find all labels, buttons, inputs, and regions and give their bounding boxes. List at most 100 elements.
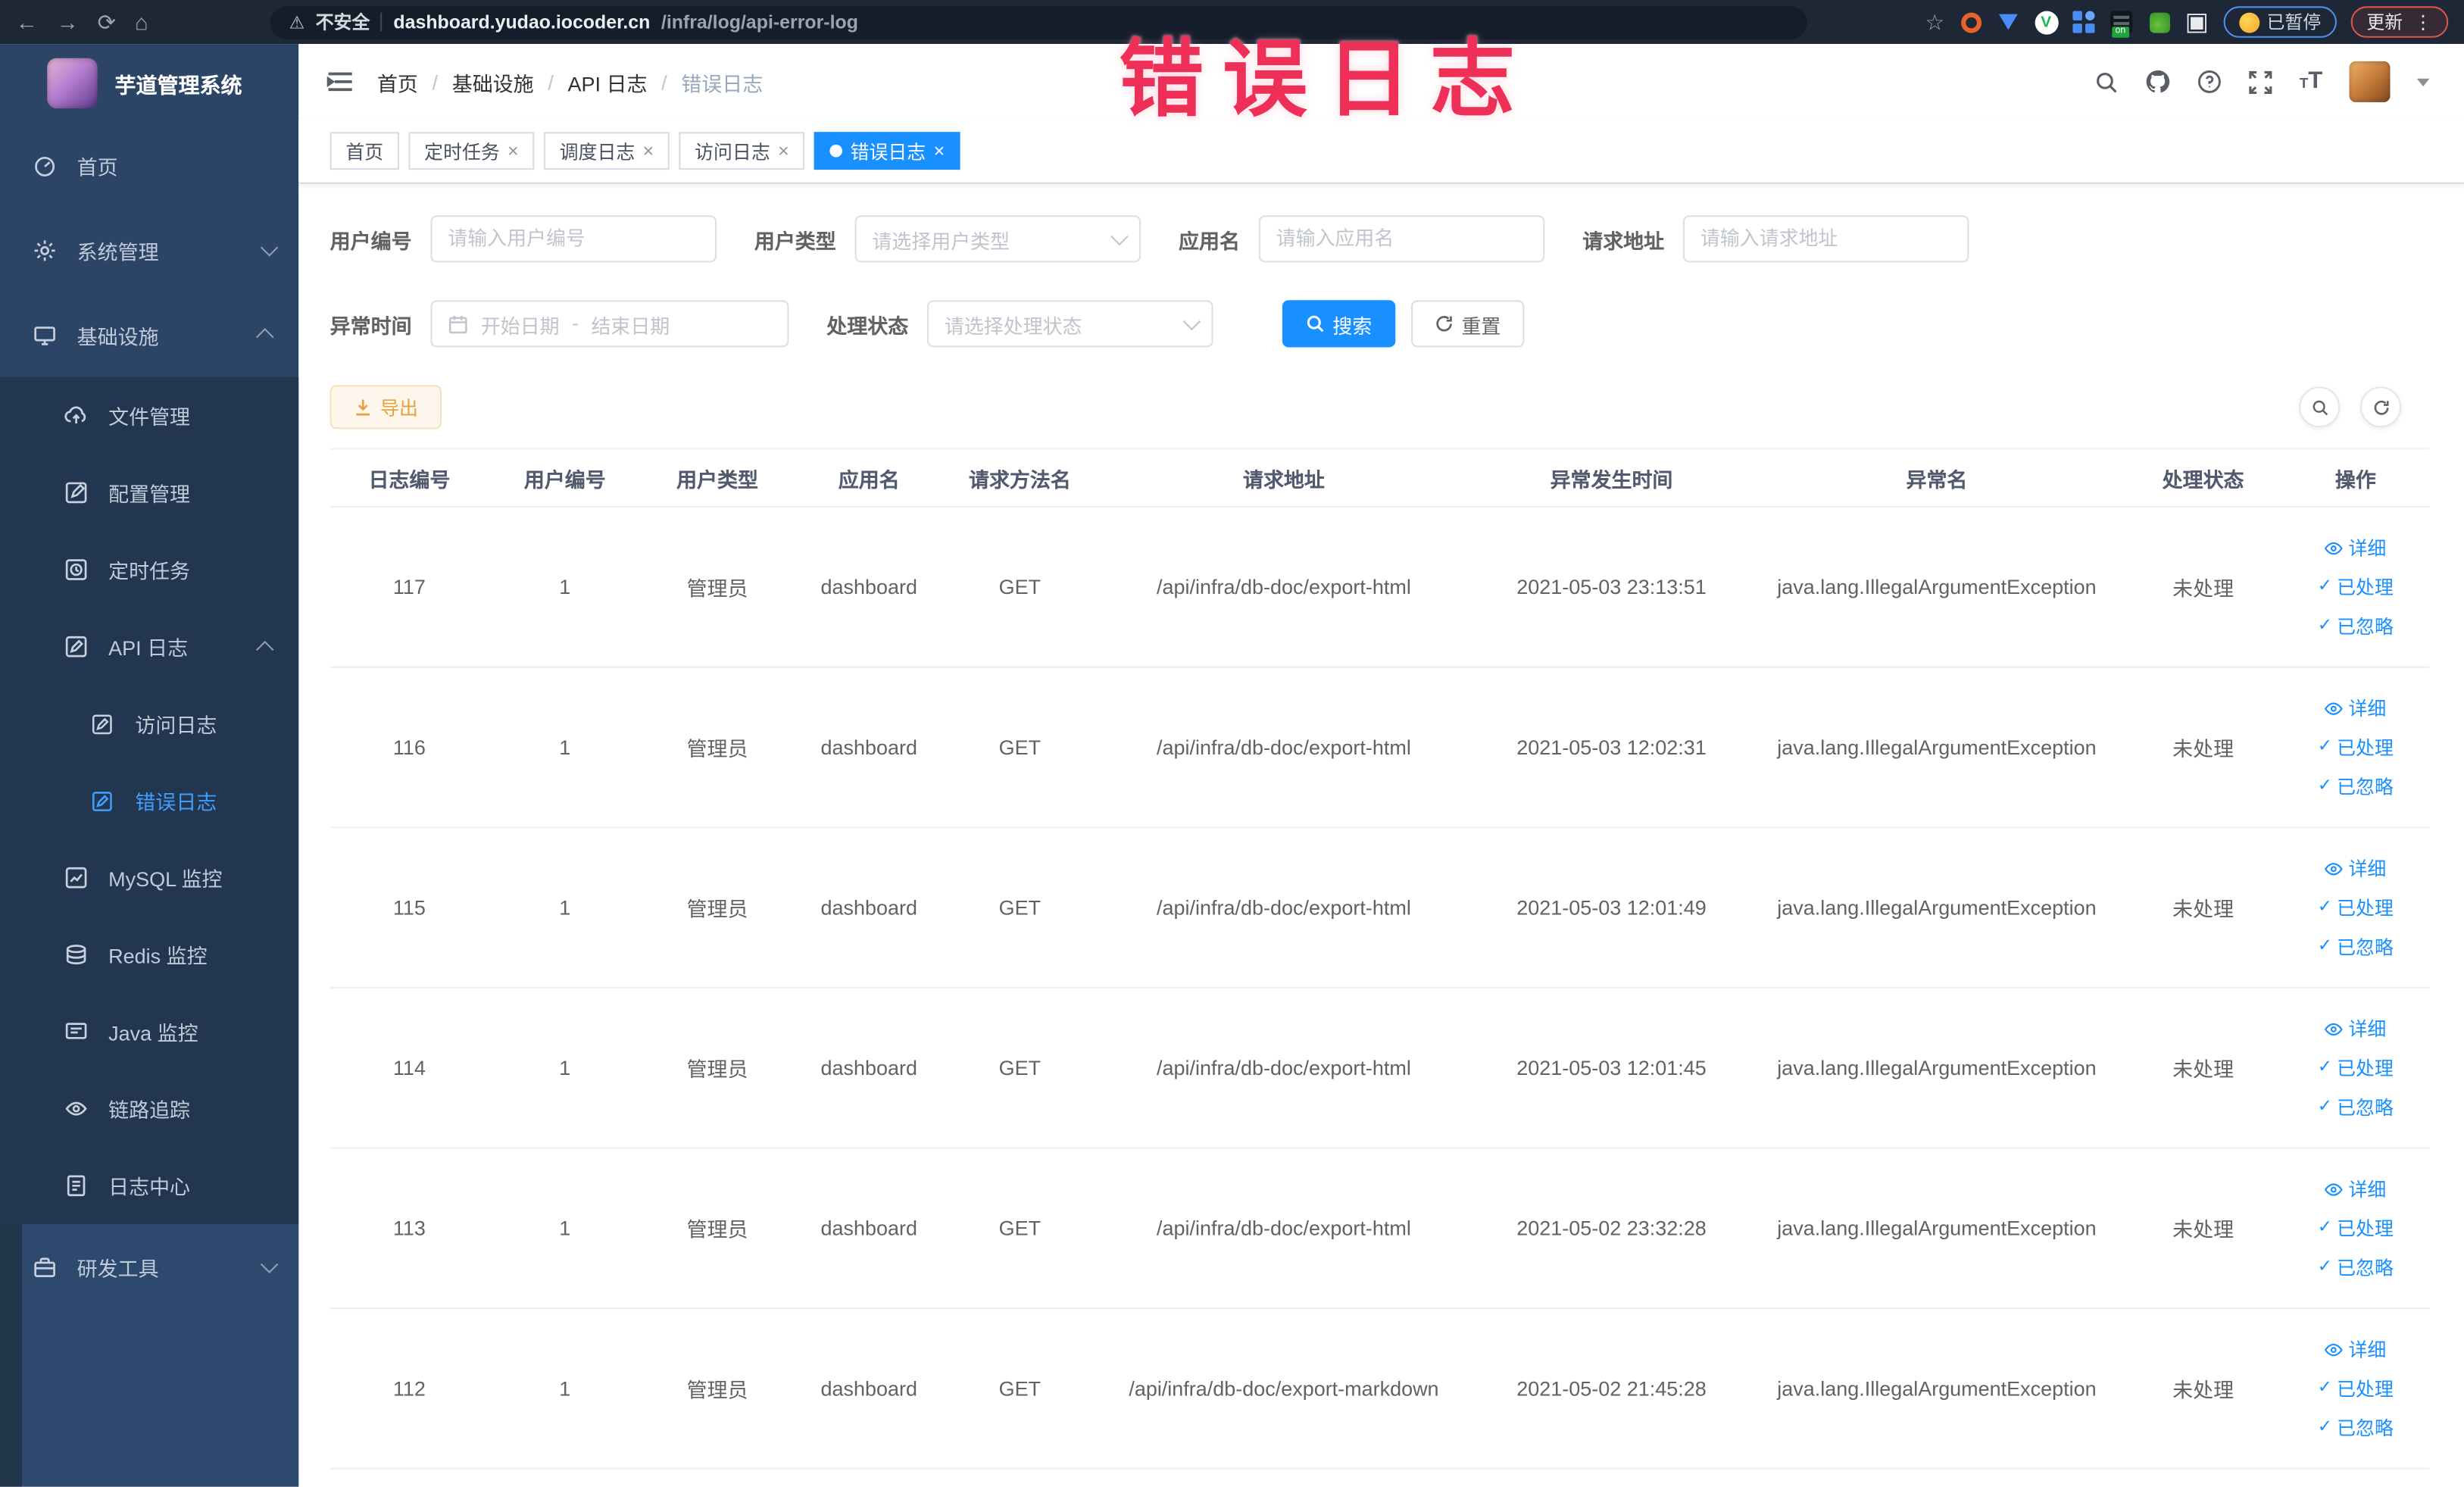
mark-ignored-link[interactable]: ✓ 已忽略 xyxy=(2318,1254,2394,1281)
cell-time: 2021-05-03 12:01:45 xyxy=(1516,1056,1707,1080)
sidebar-item-api-log[interactable]: API 日志 xyxy=(0,608,298,686)
tab-access-log[interactable]: 访问日志 × xyxy=(679,132,805,170)
sidebar-item-scheduled-tasks[interactable]: 定时任务 xyxy=(0,531,298,608)
browser-back-icon[interactable]: ← xyxy=(16,11,38,33)
filter-label: 处理状态 xyxy=(826,313,909,338)
mark-processed-link[interactable]: ✓ 已处理 xyxy=(2318,894,2394,920)
extension-icon-plant[interactable] xyxy=(2147,10,2171,33)
hide-search-button[interactable] xyxy=(2299,386,2341,428)
sidebar-item-label: 错误日志 xyxy=(135,790,217,814)
mark-processed-link[interactable]: ✓ 已处理 xyxy=(2318,573,2394,600)
cell-time: 2021-05-03 23:13:51 xyxy=(1516,575,1707,599)
cell-actions: 详细 ✓ 已处理 ✓ 已忽略 xyxy=(2283,1176,2428,1281)
tab-home[interactable]: 首页 xyxy=(329,132,399,170)
check-icon: ✓ xyxy=(2317,1417,2332,1437)
refresh-table-button[interactable] xyxy=(2360,386,2402,428)
sidebar-item-redis-monitor[interactable]: Redis 监控 xyxy=(0,917,298,994)
reset-button[interactable]: 重置 xyxy=(1411,300,1525,348)
mark-ignored-link[interactable]: ✓ 已忽略 xyxy=(2318,1414,2394,1441)
header-search-icon[interactable] xyxy=(2095,70,2119,93)
browser-home-icon[interactable]: ⌂ xyxy=(135,11,148,33)
tab-schedule-log[interactable]: 调度日志 × xyxy=(543,132,670,170)
process-status-select[interactable]: 请选择处理状态 xyxy=(927,300,1213,348)
monitor-icon xyxy=(31,323,56,346)
table-row: 116 1 管理员 dashboard GET /api/infra/db-do… xyxy=(329,668,2430,829)
tab-scheduled-tasks[interactable]: 定时任务 × xyxy=(408,132,535,170)
mark-ignored-link[interactable]: ✓ 已忽略 xyxy=(2318,1094,2394,1120)
mark-processed-link[interactable]: ✓ 已处理 xyxy=(2318,1215,2394,1242)
update-button-label: 更新 xyxy=(2366,14,2403,33)
extension-icon-on-switch[interactable] xyxy=(2110,10,2133,38)
cell-exception: java.lang.IllegalArgumentException xyxy=(1777,1056,2097,1080)
detail-link[interactable]: 详细 xyxy=(2325,1015,2386,1042)
extensions-puzzle-icon[interactable]: ▣ xyxy=(2185,9,2209,36)
cell-status: 未处理 xyxy=(2172,1378,2234,1402)
breadcrumb-group[interactable]: API 日志 xyxy=(568,67,648,96)
mark-ignored-link[interactable]: ✓ 已忽略 xyxy=(2318,613,2394,639)
detail-link[interactable]: 详细 xyxy=(2325,855,2386,882)
github-icon[interactable] xyxy=(2146,69,2171,94)
exception-time-range-picker[interactable]: 开始日期 - 结束日期 xyxy=(430,300,789,348)
tab-close-icon[interactable]: × xyxy=(778,142,789,161)
update-button[interactable]: 更新 ⋮ xyxy=(2350,6,2449,38)
sidebar-item-home[interactable]: 首页 xyxy=(0,123,298,208)
breadcrumb-section[interactable]: 基础设施 xyxy=(452,67,534,96)
paused-badge[interactable]: 已暂停 xyxy=(2222,6,2337,38)
browser-menu-icon[interactable]: ⋮ xyxy=(2414,11,2433,33)
mark-processed-link[interactable]: ✓ 已处理 xyxy=(2318,734,2394,761)
tab-close-icon[interactable]: × xyxy=(507,142,519,161)
sidebar-item-dev-tools[interactable]: 研发工具 xyxy=(0,1224,298,1309)
cell-log-id: 113 xyxy=(392,1216,426,1240)
browser-forward-icon[interactable]: → xyxy=(57,11,79,33)
detail-link[interactable]: 详细 xyxy=(2325,534,2386,561)
detail-link[interactable]: 详细 xyxy=(2325,1335,2386,1362)
tab-close-icon[interactable]: × xyxy=(934,142,945,161)
cell-url: /api/infra/db-doc/export-html xyxy=(1157,895,1411,920)
user-type-select[interactable]: 请选择用户类型 xyxy=(854,215,1141,263)
user-id-input[interactable] xyxy=(430,215,717,263)
sidebar-item-log-center[interactable]: 日志中心 xyxy=(0,1147,298,1224)
reset-button-label: 重置 xyxy=(1461,314,1501,338)
sidebar-logo-row[interactable]: 芋道管理系统 xyxy=(0,44,298,123)
mark-ignored-link[interactable]: ✓ 已忽略 xyxy=(2318,773,2394,800)
address-bar[interactable]: ⚠ 不安全 dashboard.yudao.iocoder.cn /infra/… xyxy=(270,5,1807,39)
sidebar-item-java-monitor[interactable]: Java 监控 xyxy=(0,993,298,1070)
sidebar-item-mysql-monitor[interactable]: MySQL 监控 xyxy=(0,839,298,917)
sidebar-item-error-log[interactable]: 错误日志 xyxy=(0,762,298,839)
mark-ignored-link[interactable]: ✓ 已忽略 xyxy=(2318,933,2394,960)
search-button[interactable]: 搜索 xyxy=(1282,300,1396,348)
request-url-input[interactable] xyxy=(1683,215,1969,263)
column-header-status: 处理状态 xyxy=(2162,467,2244,492)
sidebar-item-access-log[interactable]: 访问日志 xyxy=(0,686,298,763)
detail-link[interactable]: 详细 xyxy=(2325,695,2386,721)
sidebar-item-trace[interactable]: 链路追踪 xyxy=(0,1070,298,1148)
task-clock-icon xyxy=(63,558,88,581)
extension-icon-grid[interactable] xyxy=(2072,10,2095,33)
browser-reload-icon[interactable]: ⟳ xyxy=(98,11,116,33)
security-warning-icon[interactable]: ⚠ xyxy=(289,12,304,33)
extension-icon-v[interactable]: V xyxy=(2034,10,2058,34)
mark-processed-link[interactable]: ✓ 已处理 xyxy=(2318,1054,2394,1081)
tab-error-log[interactable]: 错误日志 × xyxy=(814,132,960,170)
avatar[interactable] xyxy=(2349,61,2391,102)
sidebar-item-config-management[interactable]: 配置管理 xyxy=(0,455,298,532)
breadcrumb-home[interactable]: 首页 xyxy=(377,67,418,96)
detail-link[interactable]: 详细 xyxy=(2325,1176,2386,1202)
font-size-icon[interactable]: TT xyxy=(2300,69,2322,94)
tab-close-icon[interactable]: × xyxy=(643,142,654,161)
extension-icon-drop[interactable] xyxy=(1997,10,2020,33)
sidebar-item-system-management[interactable]: 系统管理 xyxy=(0,208,298,292)
hamburger-icon[interactable] xyxy=(326,70,354,92)
cell-user-id: 1 xyxy=(559,735,571,760)
fullscreen-icon[interactable] xyxy=(2249,70,2273,93)
help-icon[interactable] xyxy=(2197,69,2222,94)
sidebar-item-infrastructure[interactable]: 基础设施 xyxy=(0,292,298,377)
mark-processed-link[interactable]: ✓ 已处理 xyxy=(2318,1375,2394,1401)
app-name-input[interactable] xyxy=(1258,215,1545,263)
avatar-caret-icon[interactable] xyxy=(2416,77,2430,86)
extension-icon-orange[interactable] xyxy=(1959,10,1982,33)
filter-exception-time: 异常时间 开始日期 - 结束日期 xyxy=(330,300,789,348)
bookmark-star-icon[interactable]: ☆ xyxy=(1925,11,1944,33)
export-button[interactable]: 导出 xyxy=(329,385,442,430)
sidebar-item-file-management[interactable]: 文件管理 xyxy=(0,377,298,455)
